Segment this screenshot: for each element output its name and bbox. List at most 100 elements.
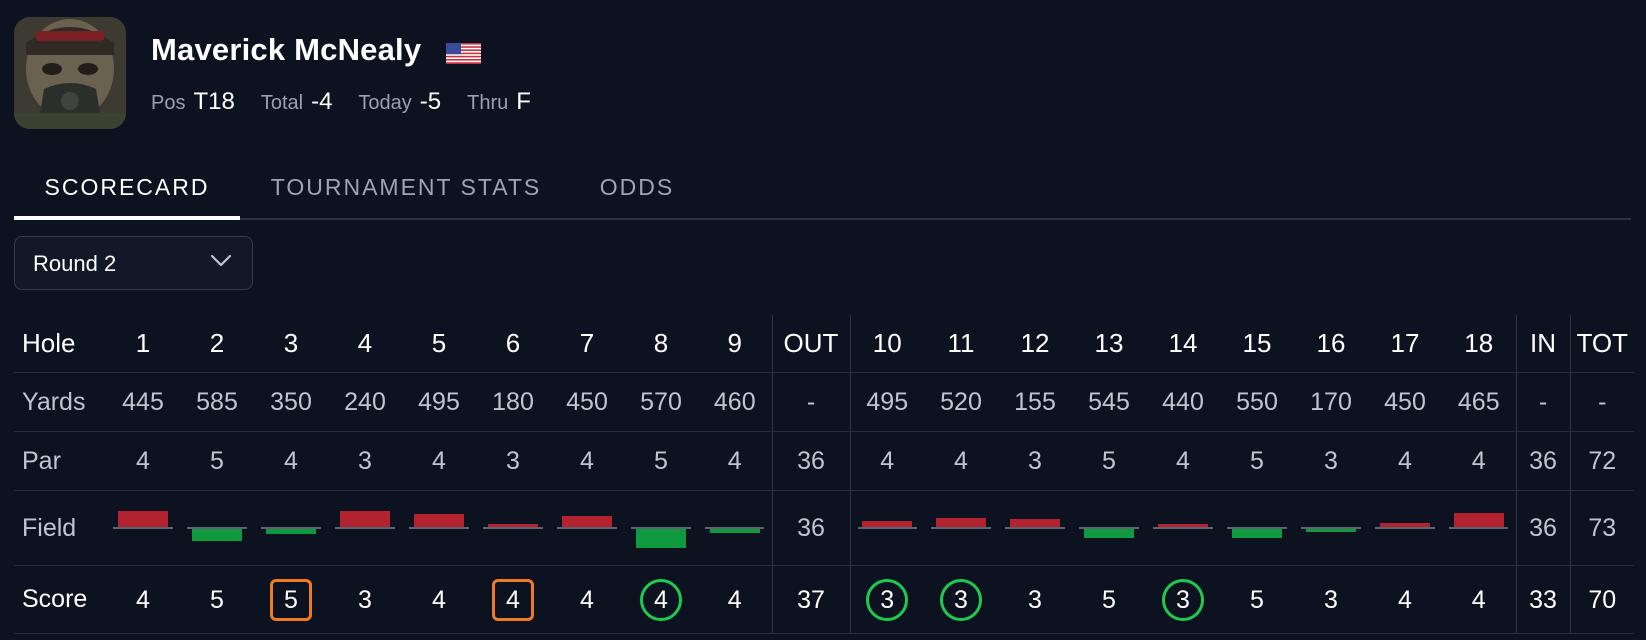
field-bar-hole-12 (1009, 518, 1061, 527)
yards-3: 350 (254, 372, 328, 432)
field-bar-wrap (1442, 491, 1516, 565)
score-18: 4 (1471, 585, 1486, 614)
yards-11: 520 (924, 372, 998, 432)
par-out: 36 (771, 431, 850, 491)
field-bar-cell-18 (1442, 490, 1516, 566)
score-cell-18: 4 (1442, 565, 1516, 634)
field-bar-cell-14 (1146, 490, 1220, 566)
score-cell-16: 3 (1294, 565, 1368, 634)
field-bar-hole-16 (1305, 528, 1357, 533)
hole-number-5: 5 (402, 315, 476, 373)
scorecard-table: Hole 1 2 3 4 5 6 7 8 9 OUT 10 11 12 13 14 15 16 17 18 IN TOT… (14, 315, 1634, 634)
field-bar-hole-9 (709, 528, 760, 533)
score-13: 5 (1102, 585, 1116, 614)
score-out: 37 (797, 585, 825, 614)
field-bar-cell-5 (402, 490, 476, 566)
field-bar-hole-11 (935, 518, 987, 527)
yards-1: 445 (106, 372, 180, 432)
score-cell-9: 4 (698, 565, 772, 634)
score-birdie-10: 3 (866, 578, 909, 621)
score-cell-out: 37 (771, 565, 850, 634)
hole-number-2: 2 (180, 315, 254, 373)
field-total-out: 36 (771, 490, 850, 566)
field-bar-wrap (1146, 491, 1220, 565)
yards-10: 495 (849, 372, 924, 432)
hole-number-18: 18 (1442, 315, 1516, 373)
field-bar-wrap (1072, 491, 1146, 565)
par-17: 4 (1368, 431, 1442, 491)
field-bar-hole-18 (1453, 512, 1504, 527)
score-cell-11: 3 (924, 565, 998, 634)
par-10: 4 (849, 431, 924, 491)
par-13: 5 (1072, 431, 1146, 491)
hole-number-13: 13 (1072, 315, 1146, 373)
par-11: 4 (924, 431, 998, 491)
score-17: 4 (1398, 585, 1412, 614)
hole-number-out: OUT (771, 315, 850, 373)
stat-label-pos: Pos (151, 92, 186, 114)
row-label-yards: Yards (14, 372, 106, 432)
yards-in: - (1515, 372, 1570, 432)
yards-7: 450 (550, 372, 624, 432)
field-bar-cell-10 (849, 490, 924, 566)
field-bar-hole-10 (862, 520, 913, 527)
field-bar-hole-13 (1083, 528, 1135, 538)
field-bar-wrap (998, 491, 1072, 565)
field-bar-cell-13 (1072, 490, 1146, 566)
stat-value-today: -5 (419, 88, 442, 115)
field-bar-hole-3 (265, 528, 317, 534)
par-9: 4 (698, 431, 772, 491)
hole-number-tot: TOT (1569, 315, 1634, 373)
round-select[interactable]: Round 2 (14, 236, 253, 290)
field-bar-wrap (180, 491, 254, 565)
par-2: 5 (180, 431, 254, 491)
field-bar-wrap (328, 491, 402, 565)
score-cell-15: 5 (1220, 565, 1294, 634)
field-baseline (1005, 527, 1065, 529)
yards-12: 155 (998, 372, 1072, 432)
field-bar-hole-5 (413, 513, 465, 527)
field-bar-wrap (106, 491, 180, 565)
field-total-tot: 73 (1569, 490, 1634, 566)
tab-scorecard[interactable]: SCORECARD (14, 174, 240, 220)
par-6: 3 (476, 431, 550, 491)
par-14: 4 (1146, 431, 1220, 491)
score-5: 4 (432, 585, 446, 614)
score-12: 3 (1028, 585, 1042, 614)
field-bar-hole-15 (1231, 528, 1283, 539)
field-bar-wrap (624, 491, 698, 565)
chevron-down-icon (210, 254, 232, 267)
field-baseline (931, 527, 991, 529)
field-bar-hole-1 (117, 510, 169, 527)
tab-odds[interactable]: ODDS (592, 174, 682, 216)
score-in: 33 (1529, 585, 1557, 614)
score-4: 3 (358, 585, 372, 614)
field-baseline (1449, 527, 1509, 529)
yards-8: 570 (624, 372, 698, 432)
field-bar-cell-12 (998, 490, 1072, 566)
round-select-value: Round 2 (33, 251, 117, 276)
score-cell-4: 3 (328, 565, 402, 634)
par-4: 3 (328, 431, 402, 491)
field-bar-wrap (550, 491, 624, 565)
field-bar-wrap (254, 491, 328, 565)
par-1: 4 (106, 431, 180, 491)
field-baseline (857, 527, 917, 529)
hole-row: Hole 1 2 3 4 5 6 7 8 9 OUT 10 11 12 13 14 15 16 17 18 IN TOT (14, 315, 1634, 373)
field-bar-cell-1 (106, 490, 180, 566)
hole-number-8: 8 (624, 315, 698, 373)
score-cell-8: 4 (624, 565, 698, 634)
field-bar-hole-7 (561, 516, 613, 527)
yards-row: Yards 445 585 350 240 495 180 450 570 460-495 520… (14, 372, 1634, 432)
score-cell-10: 3 (849, 565, 924, 634)
hole-number-17: 17 (1368, 315, 1442, 373)
hole-number-14: 14 (1146, 315, 1220, 373)
row-label-hole: Hole (14, 315, 106, 373)
field-bar-cell-6 (476, 490, 550, 566)
par-16: 3 (1294, 431, 1368, 491)
field-bar-wrap (476, 491, 550, 565)
tab-tournament-stats[interactable]: TOURNAMENT STATS (266, 174, 546, 216)
score-15: 5 (1250, 585, 1264, 614)
player-stats: Pos T18 Total -4 Today -5 Thru F (151, 88, 557, 116)
score-birdie-11: 3 (940, 578, 982, 621)
